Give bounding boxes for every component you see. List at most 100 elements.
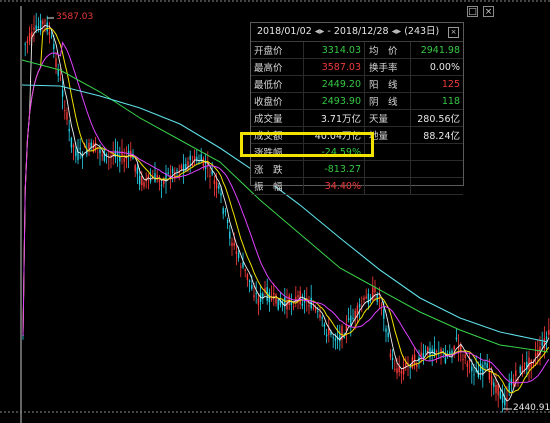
candle-body xyxy=(545,336,548,339)
candle-body xyxy=(154,173,156,182)
candle-body xyxy=(347,318,350,320)
stat-value: 34.40% xyxy=(303,177,365,195)
candle-body xyxy=(420,352,422,356)
candle-body xyxy=(380,304,383,306)
candle-body xyxy=(180,165,183,169)
candle-body xyxy=(237,252,240,259)
arrow-left-right-icon[interactable]: ◂▸ xyxy=(392,26,402,37)
candle-body xyxy=(462,359,464,361)
high-price-label: 3587.03 xyxy=(56,12,94,22)
candle-body xyxy=(123,158,125,163)
candle-body xyxy=(444,357,447,364)
candle-body xyxy=(473,374,475,376)
candle-body xyxy=(471,366,473,372)
candle-body xyxy=(262,293,264,298)
candle-body xyxy=(449,351,451,355)
candle-body xyxy=(189,155,191,160)
candle-body xyxy=(352,317,354,319)
panel-close-icon[interactable]: × xyxy=(448,27,459,38)
candle-body xyxy=(358,304,361,307)
end-date[interactable]: 2018/12/28 xyxy=(334,26,389,37)
close-button[interactable]: × xyxy=(483,6,494,17)
panel-header: 2018/01/02 ◂▸ - 2018/12/28 ◂▸ (243日) × xyxy=(251,23,463,42)
candle-body xyxy=(55,58,57,68)
stat-value: 3314.03 xyxy=(303,42,365,59)
candle-body xyxy=(66,112,68,120)
interval-stats-panel: 2018/01/02 ◂▸ - 2018/12/28 ◂▸ (243日) × 开… xyxy=(250,22,464,195)
candle-body xyxy=(332,337,334,339)
candle-body xyxy=(35,25,37,30)
candle-body xyxy=(255,293,257,295)
candle-body xyxy=(319,314,321,318)
stats-row: 最高价 3587.03 换手率 0.00% xyxy=(251,58,463,76)
candle-body xyxy=(455,337,458,340)
candle-body xyxy=(125,157,128,159)
candle-body xyxy=(323,324,326,327)
stats-row: 最低价 2449.20 阳 线 125 xyxy=(251,75,463,93)
start-date[interactable]: 2018/01/02 xyxy=(257,26,312,37)
candle-body xyxy=(343,336,345,338)
stat-value: 2493.90 xyxy=(303,92,365,110)
candle-body xyxy=(334,338,337,341)
candle-body xyxy=(141,175,143,186)
candle-body xyxy=(389,353,392,358)
stat-label: 均 价 xyxy=(364,42,411,59)
maximize-button[interactable]: □ xyxy=(467,6,478,17)
candle-body xyxy=(396,368,398,374)
stats-row: 涨 跌 -813.27 xyxy=(251,160,463,178)
candle-body xyxy=(158,178,161,183)
stat-value: 0.00% xyxy=(410,58,463,76)
candle-body xyxy=(308,305,310,307)
candle-body xyxy=(464,354,466,358)
candle-body xyxy=(433,348,436,356)
candle-body xyxy=(75,150,77,157)
candle-body xyxy=(134,165,136,172)
candle-body xyxy=(48,31,51,35)
stat-value: 3587.03 xyxy=(303,58,365,76)
candle-body xyxy=(68,128,70,132)
candle-body xyxy=(273,293,275,295)
candle-body xyxy=(50,35,53,37)
stat-value xyxy=(410,143,463,161)
candle-body xyxy=(413,354,416,366)
stat-label: 收盘价 xyxy=(251,92,304,110)
candle-body xyxy=(213,180,216,184)
candle-body xyxy=(88,142,90,150)
candle-body xyxy=(167,172,169,174)
candle-body xyxy=(486,363,488,368)
stats-row: 收盘价 2493.90 阴 线 118 xyxy=(251,92,463,110)
stat-value: 88.24亿 xyxy=(410,126,463,144)
candle-body xyxy=(493,382,495,387)
candle-body xyxy=(497,383,499,396)
stat-label xyxy=(364,177,411,195)
candle-body xyxy=(70,137,73,148)
candle-body xyxy=(363,297,365,301)
candle-body xyxy=(176,170,178,172)
candle-body xyxy=(240,266,242,268)
candle-body xyxy=(171,168,174,173)
candle-body xyxy=(251,285,253,289)
candle-body xyxy=(90,142,92,147)
candle-body xyxy=(143,181,145,187)
candle-body xyxy=(510,378,513,385)
candle-body xyxy=(541,342,543,346)
candle-body xyxy=(127,150,130,156)
candle-body xyxy=(33,27,35,30)
stat-label: 天量 xyxy=(364,109,411,127)
candle-body xyxy=(495,384,497,393)
candle-body xyxy=(39,20,42,32)
candle-body xyxy=(484,362,486,365)
candle-body xyxy=(424,350,427,352)
candle-body xyxy=(26,40,29,44)
candle-body xyxy=(385,328,387,333)
candle-body xyxy=(136,167,139,175)
candle-body xyxy=(79,147,81,150)
close-icon: × xyxy=(484,7,493,17)
candle-body xyxy=(224,210,227,212)
stats-row: 振 幅 34.40% xyxy=(251,177,463,195)
candle-body xyxy=(209,175,211,177)
candle-body xyxy=(416,364,418,367)
arrow-left-right-icon[interactable]: ◂▸ xyxy=(315,26,325,37)
highlight-box xyxy=(240,132,374,157)
candle-body xyxy=(387,332,389,338)
